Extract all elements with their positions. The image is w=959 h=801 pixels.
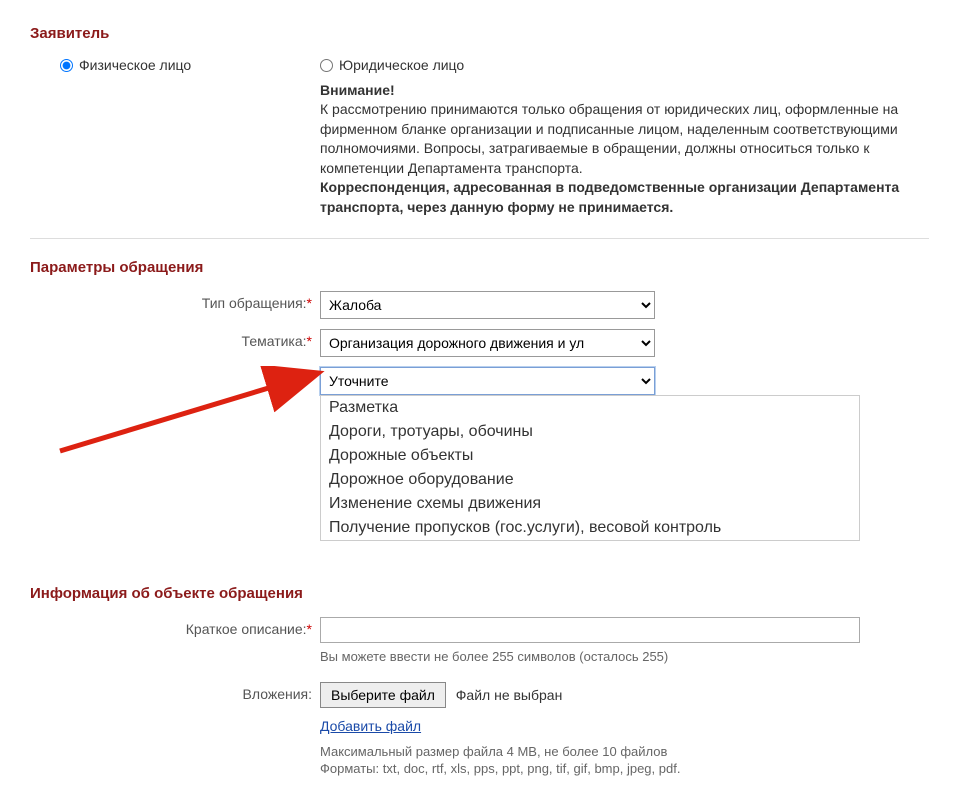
choose-file-button[interactable]: Выберите файл [320,682,446,708]
type-label: Тип обращения: [202,295,307,311]
topic-select[interactable]: Организация дорожного движения и ул [320,329,655,357]
radio-individual[interactable]: Физическое лицо [60,57,191,73]
refine-select[interactable]: Уточните [320,367,655,395]
required-star: * [307,295,312,311]
refine-dropdown: Разметка Дороги, тротуары, обочины Дорож… [320,395,860,541]
required-star: * [307,621,312,637]
desc-hint: Вы можете ввести не более 255 символов (… [320,649,929,664]
desc-input[interactable] [320,617,860,643]
radio-individual-input[interactable] [60,59,73,72]
topic-label: Тематика: [242,333,307,349]
file-none-label: Файл не выбран [456,687,563,703]
radio-legal-label: Юридическое лицо [339,57,464,73]
dropdown-option[interactable]: Изменение схемы движения [321,492,859,516]
dropdown-option[interactable]: Дорожное оборудование [321,468,859,492]
dropdown-option[interactable]: Дорожные объекты [321,444,859,468]
attention-text-2: Корреспонденция, адресованная в подведом… [320,179,899,215]
size-hint: Максимальный размер файла 4 MB, не более… [320,744,929,759]
required-star: * [307,333,312,349]
radio-legal[interactable]: Юридическое лицо [320,57,464,73]
format-hint: Форматы: txt, doc, rtf, xls, pps, ppt, p… [320,761,929,776]
attach-label: Вложения: [243,686,312,702]
dropdown-option[interactable]: Разметка [321,396,859,420]
section-applicant-title: Заявитель [30,25,929,42]
section-params-title: Параметры обращения [30,259,929,276]
section-info-title: Информация об объекте обращения [30,585,929,602]
radio-individual-label: Физическое лицо [79,57,191,73]
add-file-link[interactable]: Добавить файл [320,718,421,734]
dropdown-option[interactable]: Получение пропусков (гос.услуги), весово… [321,516,859,540]
attention-heading: Внимание! [320,82,395,98]
type-select[interactable]: Жалоба [320,291,655,319]
divider [30,238,929,239]
desc-label: Краткое описание: [186,621,307,637]
dropdown-option[interactable]: Дороги, тротуары, обочины [321,420,859,444]
attention-text-1: К рассмотрению принимаются только обраще… [320,101,898,176]
radio-legal-input[interactable] [320,59,333,72]
